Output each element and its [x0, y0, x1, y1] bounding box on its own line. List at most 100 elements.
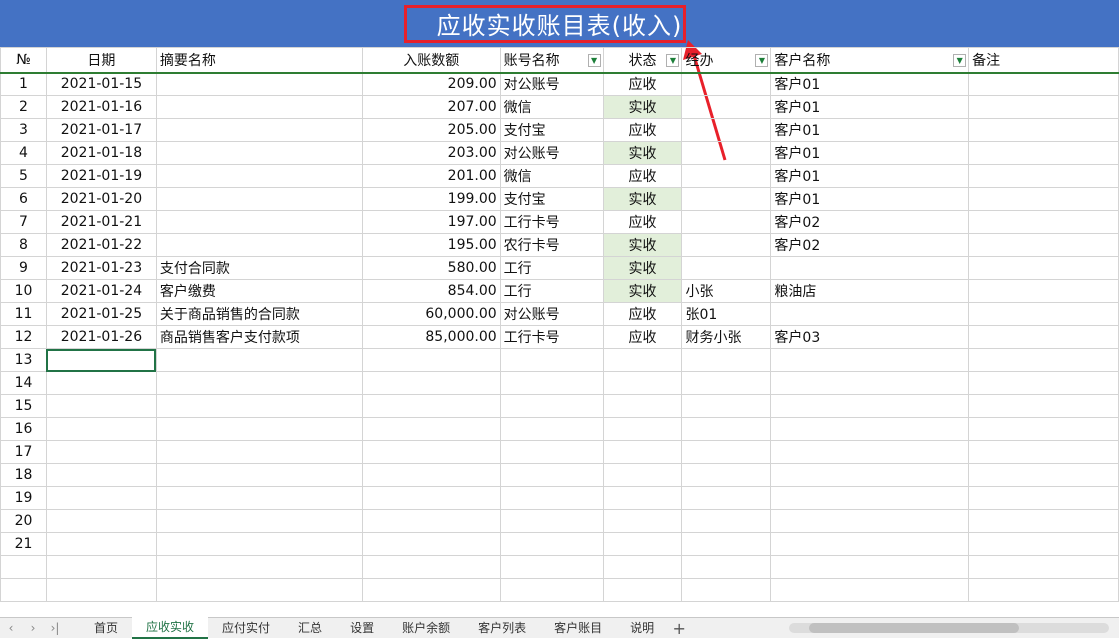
cell-customer[interactable] — [770, 532, 970, 556]
cell-no[interactable]: 15 — [0, 394, 47, 418]
cell-no[interactable]: 14 — [0, 371, 47, 395]
cell-date[interactable]: 2021-01-20 — [45, 187, 157, 211]
cell-note[interactable] — [968, 72, 1119, 96]
cell-no[interactable]: 19 — [0, 486, 47, 510]
cell-customer[interactable] — [770, 256, 970, 280]
cell-handler[interactable] — [681, 348, 772, 372]
cell-customer[interactable]: 客户01 — [770, 72, 970, 96]
cell-amount[interactable] — [361, 348, 501, 372]
cell-handler[interactable] — [681, 187, 772, 211]
cell-date[interactable] — [45, 578, 157, 602]
cell-amount[interactable]: 580.00 — [361, 256, 501, 280]
cell-handler[interactable] — [681, 118, 772, 142]
cell-no[interactable] — [0, 555, 47, 579]
cell-note[interactable] — [968, 486, 1119, 510]
cell-handler[interactable] — [681, 256, 772, 280]
sheet-tab[interactable]: 设置 — [336, 618, 388, 638]
cell-description[interactable] — [155, 118, 363, 142]
header-status[interactable]: 状态 ▼ — [602, 47, 683, 74]
cell-amount[interactable] — [361, 394, 501, 418]
cell-customer[interactable] — [770, 555, 970, 579]
cell-date[interactable]: 2021-01-22 — [45, 233, 157, 257]
cell-handler[interactable] — [681, 463, 772, 487]
cell-handler[interactable] — [681, 72, 772, 96]
cell-account[interactable]: 工行 — [499, 279, 604, 303]
cell-no[interactable]: 21 — [0, 532, 47, 556]
cell-note[interactable] — [968, 302, 1119, 326]
cell-amount[interactable]: 201.00 — [361, 164, 501, 188]
cell-description[interactable]: 商品销售客户支付款项 — [155, 325, 363, 349]
cell-amount[interactable] — [361, 578, 501, 602]
cell-description[interactable] — [155, 187, 363, 211]
header-account[interactable]: 账号名称 ▼ — [499, 47, 604, 74]
cell-no[interactable]: 20 — [0, 509, 47, 533]
cell-description[interactable] — [155, 555, 363, 579]
cell-no[interactable]: 8 — [0, 233, 47, 257]
cell-description[interactable] — [155, 95, 363, 119]
cell-description[interactable] — [155, 210, 363, 234]
cell-description[interactable] — [155, 440, 363, 464]
cell-no[interactable]: 13 — [0, 348, 47, 372]
cell-description[interactable] — [155, 578, 363, 602]
header-no[interactable]: № — [0, 47, 47, 74]
cell-no[interactable]: 12 — [0, 325, 47, 349]
cell-customer[interactable] — [770, 578, 970, 602]
cell-amount[interactable] — [361, 463, 501, 487]
cell-account[interactable]: 支付宝 — [499, 187, 604, 211]
cell-amount[interactable]: 854.00 — [361, 279, 501, 303]
cell-account[interactable]: 对公账号 — [499, 302, 604, 326]
sheet-tab[interactable]: 应付实付 — [208, 618, 284, 638]
scrollbar-thumb[interactable] — [809, 623, 1019, 633]
cell-description[interactable] — [155, 233, 363, 257]
header-note[interactable]: 备注 — [968, 47, 1119, 74]
cell-customer[interactable]: 客户01 — [770, 187, 970, 211]
cell-status[interactable] — [602, 417, 683, 441]
header-amount[interactable]: 入账数额 — [361, 47, 501, 74]
cell-no[interactable]: 10 — [0, 279, 47, 303]
cell-date[interactable] — [45, 348, 157, 372]
cell-handler[interactable] — [681, 555, 772, 579]
cell-description[interactable]: 支付合同款 — [155, 256, 363, 280]
cell-note[interactable] — [968, 509, 1119, 533]
cell-account[interactable]: 工行卡号 — [499, 210, 604, 234]
cell-no[interactable]: 18 — [0, 463, 47, 487]
tab-nav-prev-icon[interactable]: ‹ — [0, 621, 22, 635]
cell-handler[interactable]: 小张 — [681, 279, 772, 303]
cell-status[interactable]: 应收 — [602, 164, 683, 188]
cell-amount[interactable]: 85,000.00 — [361, 325, 501, 349]
cell-date[interactable] — [45, 532, 157, 556]
cell-date[interactable] — [45, 394, 157, 418]
cell-status[interactable]: 实收 — [602, 187, 683, 211]
cell-amount[interactable] — [361, 486, 501, 510]
cell-handler[interactable] — [681, 578, 772, 602]
cell-status[interactable]: 实收 — [602, 233, 683, 257]
cell-account[interactable]: 对公账号 — [499, 72, 604, 96]
header-date[interactable]: 日期 — [45, 47, 157, 74]
sheet-tab[interactable]: 首页 — [80, 618, 132, 638]
cell-amount[interactable]: 209.00 — [361, 72, 501, 96]
cell-no[interactable]: 6 — [0, 187, 47, 211]
cell-description[interactable]: 关于商品销售的合同款 — [155, 302, 363, 326]
cell-account[interactable] — [499, 555, 604, 579]
header-handler[interactable]: 经办 ▼ — [681, 47, 772, 74]
cell-amount[interactable] — [361, 532, 501, 556]
cell-no[interactable] — [0, 578, 47, 602]
cell-status[interactable] — [602, 371, 683, 395]
cell-no[interactable]: 11 — [0, 302, 47, 326]
cell-note[interactable] — [968, 118, 1119, 142]
cell-customer[interactable]: 粮油店 — [770, 279, 970, 303]
cell-status[interactable] — [602, 394, 683, 418]
cell-amount[interactable]: 203.00 — [361, 141, 501, 165]
cell-note[interactable] — [968, 141, 1119, 165]
cell-customer[interactable] — [770, 486, 970, 510]
cell-status[interactable] — [602, 463, 683, 487]
cell-amount[interactable] — [361, 371, 501, 395]
cell-handler[interactable] — [681, 210, 772, 234]
filter-dropdown-icon[interactable]: ▼ — [755, 54, 769, 67]
cell-customer[interactable] — [770, 440, 970, 464]
cell-amount[interactable]: 197.00 — [361, 210, 501, 234]
cell-account[interactable] — [499, 578, 604, 602]
cell-handler[interactable] — [681, 371, 772, 395]
filter-dropdown-icon[interactable]: ▼ — [587, 54, 601, 67]
cell-account[interactable] — [499, 532, 604, 556]
